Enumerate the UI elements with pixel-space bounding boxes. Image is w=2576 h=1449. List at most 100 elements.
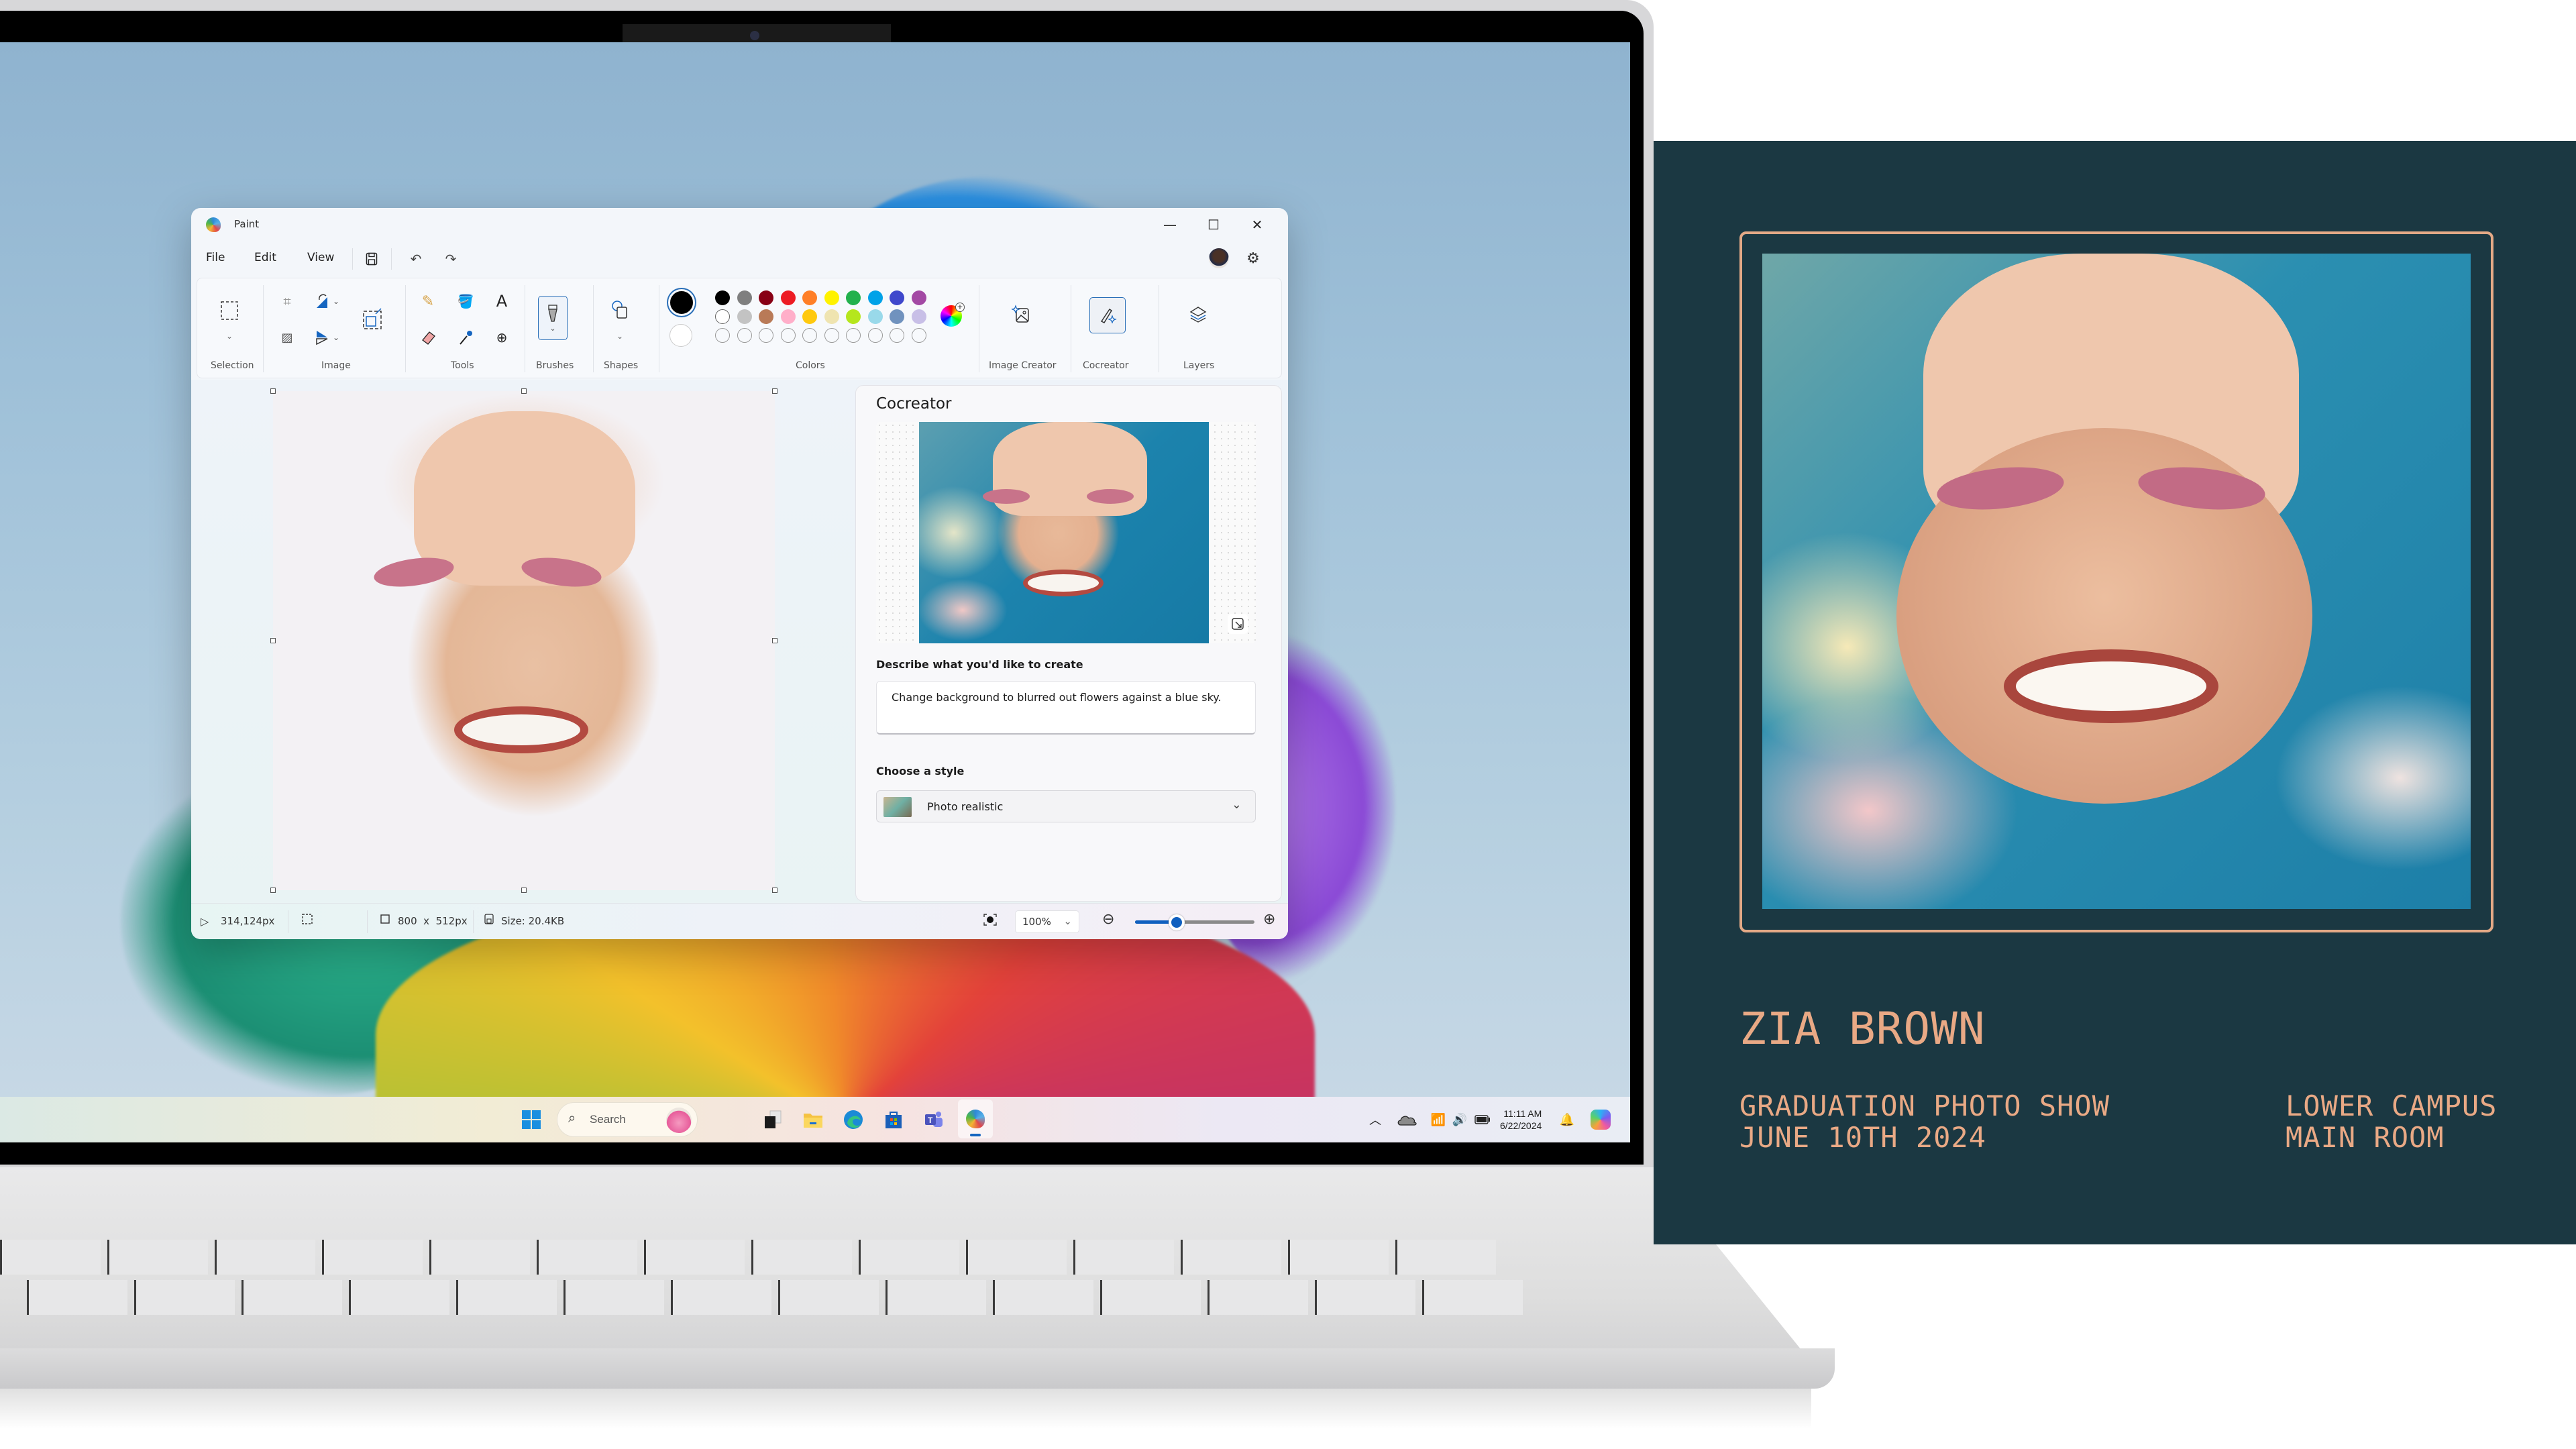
custom-color-slot[interactable] (759, 328, 773, 343)
keyboard-key (349, 1280, 449, 1315)
color-swatch[interactable] (802, 309, 817, 324)
microsoft-store-button[interactable] (880, 1106, 907, 1133)
custom-color-slot[interactable] (802, 328, 817, 343)
settings-button[interactable]: ⚙ (1243, 248, 1263, 268)
save-button[interactable] (362, 250, 382, 268)
color-swatch[interactable] (846, 290, 861, 305)
resize-handle[interactable] (521, 888, 527, 893)
resize-handle[interactable] (772, 888, 777, 893)
custom-color-slot[interactable] (867, 328, 883, 343)
paint-taskbar-button[interactable] (958, 1099, 993, 1138)
photo-hair (414, 411, 635, 586)
custom-color-slot[interactable] (824, 328, 839, 343)
zoom-level-dropdown[interactable]: 100% ⌄ (1015, 910, 1079, 933)
menu-view[interactable]: View (307, 251, 334, 264)
color-swatch[interactable] (911, 309, 926, 324)
taskbar-search[interactable]: ⌕ Search (557, 1102, 698, 1137)
resize-button[interactable] (361, 305, 385, 332)
color-swatch[interactable] (759, 309, 773, 324)
start-button[interactable] (518, 1106, 545, 1133)
title-bar: Paint — ☐ ✕ (191, 208, 1288, 241)
color-swatch[interactable] (737, 309, 752, 324)
maximize-button[interactable]: ☐ (1199, 213, 1228, 236)
expand-image-button[interactable] (1228, 614, 1248, 634)
resize-handle[interactable] (772, 388, 777, 394)
menu-file[interactable]: File (206, 251, 225, 264)
color-swatch[interactable] (867, 309, 883, 324)
color-swatch[interactable] (867, 290, 883, 305)
primary-color[interactable] (668, 289, 695, 316)
selection-dropdown[interactable]: ⌄ (223, 329, 236, 343)
selection-tool-button[interactable] (217, 299, 241, 323)
resize-handle[interactable] (270, 388, 276, 394)
color-swatch[interactable] (780, 309, 796, 324)
prompt-input[interactable]: Change background to blurred out flowers… (876, 681, 1256, 735)
shapes-button[interactable] (608, 297, 632, 321)
keyboard-key (778, 1280, 879, 1315)
color-swatch[interactable] (737, 290, 752, 305)
color-swatch[interactable] (715, 290, 730, 305)
zoom-in-button[interactable]: ⊕ (1263, 911, 1275, 928)
text-tool[interactable]: A (491, 290, 513, 312)
magnifier-tool[interactable]: ⊕ (491, 327, 513, 348)
custom-color-slot[interactable] (846, 328, 861, 343)
fit-to-window-button[interactable] (983, 913, 998, 929)
copilot-button[interactable] (1587, 1106, 1614, 1133)
resize-handle[interactable] (772, 638, 777, 643)
custom-color-slot[interactable] (780, 328, 796, 343)
shapes-dropdown[interactable]: ⌄ (613, 329, 627, 343)
cocreator-button[interactable] (1089, 297, 1126, 333)
remove-background-button[interactable]: ▨ (278, 328, 297, 347)
zoom-slider[interactable] (1135, 914, 1254, 930)
color-swatch[interactable] (911, 290, 926, 305)
account-avatar[interactable] (1209, 248, 1229, 268)
edge-button[interactable] (840, 1106, 867, 1133)
undo-button[interactable]: ↶ (406, 250, 426, 268)
color-swatch[interactable] (890, 309, 904, 324)
custom-color-slot[interactable] (911, 328, 926, 343)
brushes-button[interactable]: ⌄ (538, 296, 568, 340)
resize-handle[interactable] (270, 638, 276, 643)
color-swatch[interactable] (715, 309, 730, 324)
color-swatch[interactable] (780, 290, 796, 305)
close-button[interactable]: ✕ (1242, 213, 1272, 236)
custom-color-slot[interactable] (890, 328, 904, 343)
color-swatch[interactable] (890, 290, 904, 305)
battery-icon[interactable] (1469, 1106, 1496, 1133)
eraser-tool[interactable] (417, 327, 439, 348)
notifications-button[interactable]: 🔔 (1554, 1106, 1580, 1133)
zoom-slider-thumb[interactable] (1169, 914, 1185, 930)
color-swatch[interactable] (824, 290, 839, 305)
edit-colors-button[interactable]: + (941, 303, 965, 327)
flip-button[interactable]: ⌄ (313, 328, 342, 347)
layers-button[interactable] (1186, 303, 1210, 327)
secondary-color[interactable] (669, 324, 692, 347)
color-swatch[interactable] (824, 309, 839, 324)
image-creator-button[interactable] (1009, 303, 1033, 327)
teams-button[interactable]: T (920, 1106, 947, 1133)
clock[interactable]: 11:11 AM 6/22/2024 (1500, 1108, 1542, 1132)
crop-button[interactable]: ⌗ (278, 292, 297, 311)
pencil-tool[interactable]: ✎ (417, 290, 439, 312)
drawing-canvas[interactable] (273, 391, 775, 890)
resize-handle[interactable] (270, 888, 276, 893)
color-picker-tool[interactable] (455, 327, 476, 348)
minimize-button[interactable]: — (1155, 213, 1185, 236)
onedrive-button[interactable] (1394, 1106, 1421, 1133)
fill-tool[interactable]: 🪣 (455, 290, 476, 312)
zoom-out-button[interactable]: ⊖ (1102, 911, 1114, 928)
color-swatch[interactable] (759, 290, 773, 305)
custom-color-slot[interactable] (715, 328, 730, 343)
resize-handle[interactable] (521, 388, 527, 394)
generated-image[interactable] (919, 422, 1209, 643)
task-view-button[interactable] (759, 1106, 786, 1133)
redo-button[interactable]: ↷ (441, 250, 461, 268)
custom-color-slot[interactable] (737, 328, 752, 343)
file-explorer-button[interactable] (800, 1106, 826, 1133)
style-dropdown[interactable]: Photo realistic ⌄ (876, 790, 1256, 822)
show-hidden-icons-button[interactable]: ︿ (1362, 1106, 1389, 1133)
color-swatch[interactable] (802, 290, 817, 305)
menu-edit[interactable]: Edit (254, 251, 276, 264)
rotate-button[interactable]: ⌄ (313, 292, 342, 311)
color-swatch[interactable] (846, 309, 861, 324)
